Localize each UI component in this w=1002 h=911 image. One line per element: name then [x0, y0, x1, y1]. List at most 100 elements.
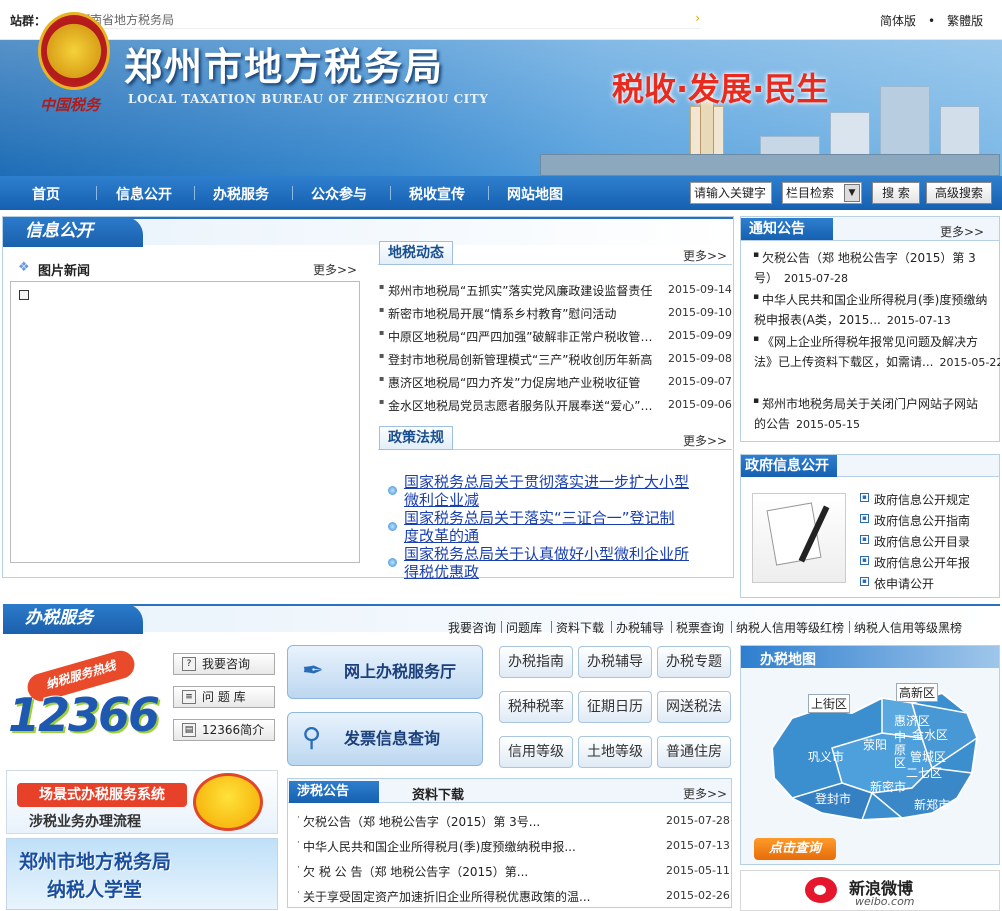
notice-item-line2[interactable]: 的公告 2015-05-15: [754, 414, 998, 435]
notice-item-line2[interactable]: 号） 2015-07-28: [754, 268, 998, 289]
tab-downloads[interactable]: 资料下载: [412, 784, 464, 803]
service-grid-button[interactable]: 信用等级: [499, 736, 573, 768]
nav-sitemap[interactable]: 网站地图: [507, 184, 563, 204]
policy-more[interactable]: 更多>>: [683, 432, 727, 449]
service-grid-button[interactable]: 办税指南: [499, 646, 573, 678]
notice-more[interactable]: 更多>>: [940, 223, 984, 240]
site-group-select[interactable]: ‹河南省地方税务局›: [64, 11, 700, 29]
policy-link-line1[interactable]: 国家税务总局关于认真做好小型微利企业所: [404, 544, 689, 564]
bullet-icon: ·: [297, 813, 300, 823]
news-item[interactable]: 中原区地税局“四严四加强”破解非正常户税收管理难题: [379, 328, 657, 345]
hotline-intro-button[interactable]: ▤ 12366简介: [173, 719, 275, 741]
tax-notice-more[interactable]: 更多>>: [683, 785, 727, 802]
service-grid-button[interactable]: 税种税率: [499, 691, 573, 723]
hotline-12366-banner[interactable]: 纳税服务热线 12366: [6, 647, 166, 750]
map-region-label[interactable]: 巩义市: [808, 748, 844, 765]
news-date: 2015-09-08: [668, 352, 732, 365]
news-date: 2015-09-06: [668, 398, 732, 411]
map-region-label[interactable]: 荥阳: [863, 736, 887, 753]
service-grid-button[interactable]: 征期日历: [578, 691, 652, 723]
advanced-search-button[interactable]: 高级搜索: [926, 182, 992, 204]
service-link[interactable]: 纳税人信用等级红榜: [736, 619, 844, 636]
gov-info-link[interactable]: 依申请公开: [874, 575, 934, 592]
taxpayer-school-banner[interactable]: 郑州市地方税务局 纳税人学堂: [6, 838, 278, 910]
gov-info-link[interactable]: 政府信息公开指南: [874, 512, 970, 529]
gov-info-link[interactable]: 政府信息公开目录: [874, 533, 970, 550]
tab-policy[interactable]: 政策法规: [379, 426, 453, 450]
policy-link-line1[interactable]: 国家税务总局关于贯彻落实进一步扩大小型: [404, 472, 689, 492]
scenario-service-banner[interactable]: 场景式办税服务系统 涉税业务办理流程: [6, 770, 278, 834]
service-link[interactable]: 问题库: [506, 619, 542, 636]
service-link[interactable]: 纳税人信用等级黑榜: [854, 619, 962, 636]
map-region-label[interactable]: 中原区: [894, 731, 906, 770]
map-region-label[interactable]: 上街区: [808, 694, 851, 713]
traditional-link[interactable]: 繁體版: [947, 14, 983, 28]
notice-item-line1[interactable]: 郑州市地税务局关于关闭门户网站子网站: [762, 394, 998, 414]
notice-item-line2[interactable]: 法》已上传资料下载区，如需请... 2015-05-22: [754, 352, 1000, 373]
service-grid-button[interactable]: 办税辅导: [578, 646, 652, 678]
map-region-label[interactable]: 管城区: [910, 748, 946, 765]
map-region-label[interactable]: 金水区: [912, 726, 948, 743]
search-button[interactable]: 搜 索: [872, 182, 920, 204]
news-item[interactable]: 惠济区地税局“四力齐发”力促房地产业税收征管: [379, 374, 657, 391]
zhengzhou-map[interactable]: [762, 678, 988, 828]
online-tax-hall-button[interactable]: ✒ 网上办税服务厅: [287, 645, 483, 699]
notice-item-line1[interactable]: 欠税公告（郑 地税公告字（2015）第 3: [762, 248, 998, 268]
invoice-query-button[interactable]: ⚲ 发票信息查询: [287, 712, 483, 766]
news-item[interactable]: 新密市地税局开展“情系乡村教育”慰问活动: [379, 305, 657, 322]
nav-publicity[interactable]: 税收宣传: [409, 184, 465, 204]
bullet-icon: ▪: [379, 282, 385, 291]
search-input[interactable]: 请输入关键字: [690, 182, 772, 204]
map-region-label[interactable]: 二七区: [906, 764, 942, 781]
gov-info-link[interactable]: 政府信息公开规定: [874, 491, 970, 508]
nav-service[interactable]: 办税服务: [213, 184, 269, 204]
faq-button[interactable]: ≡ 问 题 库: [173, 686, 275, 708]
consult-button[interactable]: ? 我要咨询: [173, 653, 275, 675]
gov-info-link[interactable]: 政府信息公开年报: [874, 554, 970, 571]
policy-link-line2[interactable]: 得税优惠政: [404, 562, 479, 582]
policy-link-line1[interactable]: 国家税务总局关于落实“三证合一”登记制: [404, 508, 675, 528]
map-region-label[interactable]: 高新区: [896, 683, 939, 702]
policy-link-line2[interactable]: 度改革的通: [404, 526, 479, 546]
service-link[interactable]: 办税辅导: [616, 619, 664, 636]
column-select[interactable]: 栏目检索 ▼: [782, 182, 862, 204]
tab-tax-notice[interactable]: 涉税公告: [289, 781, 379, 803]
tax-news-more[interactable]: 更多>>: [683, 247, 727, 264]
service-link[interactable]: 税票查询: [676, 619, 724, 636]
national-emblem-icon: [38, 12, 110, 90]
map-region-label[interactable]: 新郑市: [914, 796, 950, 813]
service-grid-button[interactable]: 网送税法: [657, 691, 731, 723]
map-region-label[interactable]: 登封市: [815, 790, 851, 807]
service-grid-button[interactable]: 普通住房: [657, 736, 731, 768]
nav-home[interactable]: 首页: [32, 184, 60, 204]
nav-info[interactable]: 信息公开: [116, 184, 172, 204]
weibo-banner[interactable]: 新浪微博 weibo.com: [740, 870, 1000, 911]
square-bullet-icon: ▪: [860, 556, 869, 565]
photo-news-more[interactable]: 更多>>: [313, 261, 357, 278]
notice-item-line1[interactable]: 《网上企业所得税年报常见问题及解决方: [762, 332, 998, 352]
round-bullet-icon: [388, 558, 397, 567]
tax-notice-item[interactable]: 欠税公告（郑 地税公告字（2015）第 3号...: [303, 813, 603, 830]
nav-public[interactable]: 公众参与: [311, 184, 367, 204]
notice-item-line1[interactable]: 中华人民共和国企业所得税月(季)度预缴纳: [762, 290, 998, 310]
tax-notice-item[interactable]: 中华人民共和国企业所得税月(季)度预缴纳税申报...: [303, 838, 603, 855]
news-item[interactable]: 登封市地税局创新管理模式“三产”税收创历年新高: [379, 351, 657, 368]
tax-notice-item[interactable]: 欠 税 公 告（郑 地税公告字（2015）第...: [303, 863, 603, 880]
news-item[interactable]: 金水区地税局党员志愿者服务队开展奉送“爱心”活动: [379, 397, 657, 414]
square-bullet-icon: ▪: [860, 535, 869, 544]
news-item[interactable]: 郑州市地税局“五抓实”落实党风廉政建设监督责任: [379, 282, 657, 299]
info-section-title: 信息公开: [3, 217, 143, 247]
service-link[interactable]: 我要咨询: [448, 619, 496, 636]
tab-tax-news[interactable]: 地税动态: [379, 241, 453, 265]
simplified-link[interactable]: 简体版: [880, 14, 916, 28]
map-region-label[interactable]: 新密市: [870, 778, 906, 795]
news-date: 2015-09-14: [668, 283, 732, 296]
service-grid-button[interactable]: 土地等级: [578, 736, 652, 768]
service-grid-button[interactable]: 办税专题: [657, 646, 731, 678]
service-link[interactable]: 资料下载: [556, 619, 604, 636]
tax-notice-item[interactable]: 关于享受固定资产加速折旧企业所得税优惠政策的温...: [303, 888, 603, 905]
notice-item-text: 税申报表(A类，2015...: [754, 313, 881, 327]
notice-item-line2[interactable]: 税申报表(A类，2015... 2015-07-13: [754, 310, 998, 331]
map-query-button[interactable]: 点击查询: [754, 838, 836, 860]
policy-link-line2[interactable]: 微利企业减: [404, 490, 479, 510]
